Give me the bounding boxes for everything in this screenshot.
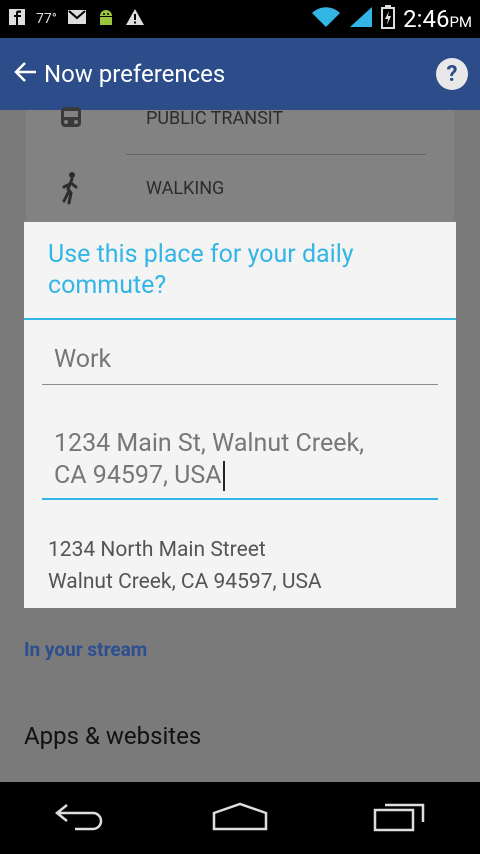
back-icon[interactable] xyxy=(53,801,107,835)
walking-icon xyxy=(50,167,92,209)
place-name-value: Work xyxy=(54,345,112,374)
wifi-icon xyxy=(311,6,341,32)
battery-icon xyxy=(381,5,396,33)
divider xyxy=(126,154,426,155)
recent-apps-icon[interactable] xyxy=(373,800,427,836)
system-icons: 2:46PM xyxy=(311,5,472,33)
field-underline-active xyxy=(42,498,438,500)
facebook-icon xyxy=(8,8,26,30)
travel-mode-card: PUBLIC TRANSIT WALKING xyxy=(26,107,454,222)
dialog-title: Use this place for your daily commute? xyxy=(48,240,354,300)
signal-icon xyxy=(349,6,373,32)
dialog-title-divider xyxy=(24,318,456,320)
travel-item-label: PUBLIC TRANSIT xyxy=(146,107,284,129)
text-cursor xyxy=(222,461,225,492)
help-icon[interactable]: ? xyxy=(436,58,468,90)
back-arrow-icon[interactable] xyxy=(12,59,38,89)
travel-item-public-transit[interactable]: PUBLIC TRANSIT xyxy=(50,90,430,146)
section-header: In your stream xyxy=(24,638,148,661)
notification-icons: 77° xyxy=(8,8,145,30)
address-line-1: 1234 Main St, Walnut Creek, xyxy=(54,429,365,458)
clock-time: 2:46 xyxy=(403,5,450,33)
address-line-2-text: CA 94597, USA xyxy=(54,461,222,490)
status-bar: 77° 2:46PM xyxy=(0,0,480,38)
address-suggestion[interactable]: 1234 North Main Street Walnut Creek, CA … xyxy=(48,534,322,598)
apps-websites-item[interactable]: Apps & websites xyxy=(24,722,201,750)
clock: 2:46PM xyxy=(403,5,472,33)
place-name-field[interactable]: Work xyxy=(42,344,438,386)
bus-icon xyxy=(50,97,92,139)
travel-item-label: WALKING xyxy=(146,177,225,199)
home-icon[interactable] xyxy=(212,801,268,835)
travel-item-walking[interactable]: WALKING xyxy=(50,160,430,216)
android-icon xyxy=(97,8,115,30)
address-field[interactable]: 1234 Main St, Walnut Creek, CA 94597, US… xyxy=(42,428,438,500)
temperature-text: 77° xyxy=(36,11,57,27)
commute-dialog: Use this place for your daily commute? W… xyxy=(24,222,456,608)
suggestion-line-1: 1234 North Main Street xyxy=(48,538,266,562)
address-line-2: CA 94597, USA xyxy=(42,460,438,492)
gmail-icon xyxy=(67,9,87,29)
suggestion-line-2: Walnut Creek, CA 94597, USA xyxy=(48,570,322,594)
navigation-bar xyxy=(0,782,480,854)
page-title: Now preferences xyxy=(44,60,226,88)
clock-ampm: PM xyxy=(449,13,472,31)
warning-icon xyxy=(125,8,145,30)
field-underline xyxy=(42,384,438,385)
